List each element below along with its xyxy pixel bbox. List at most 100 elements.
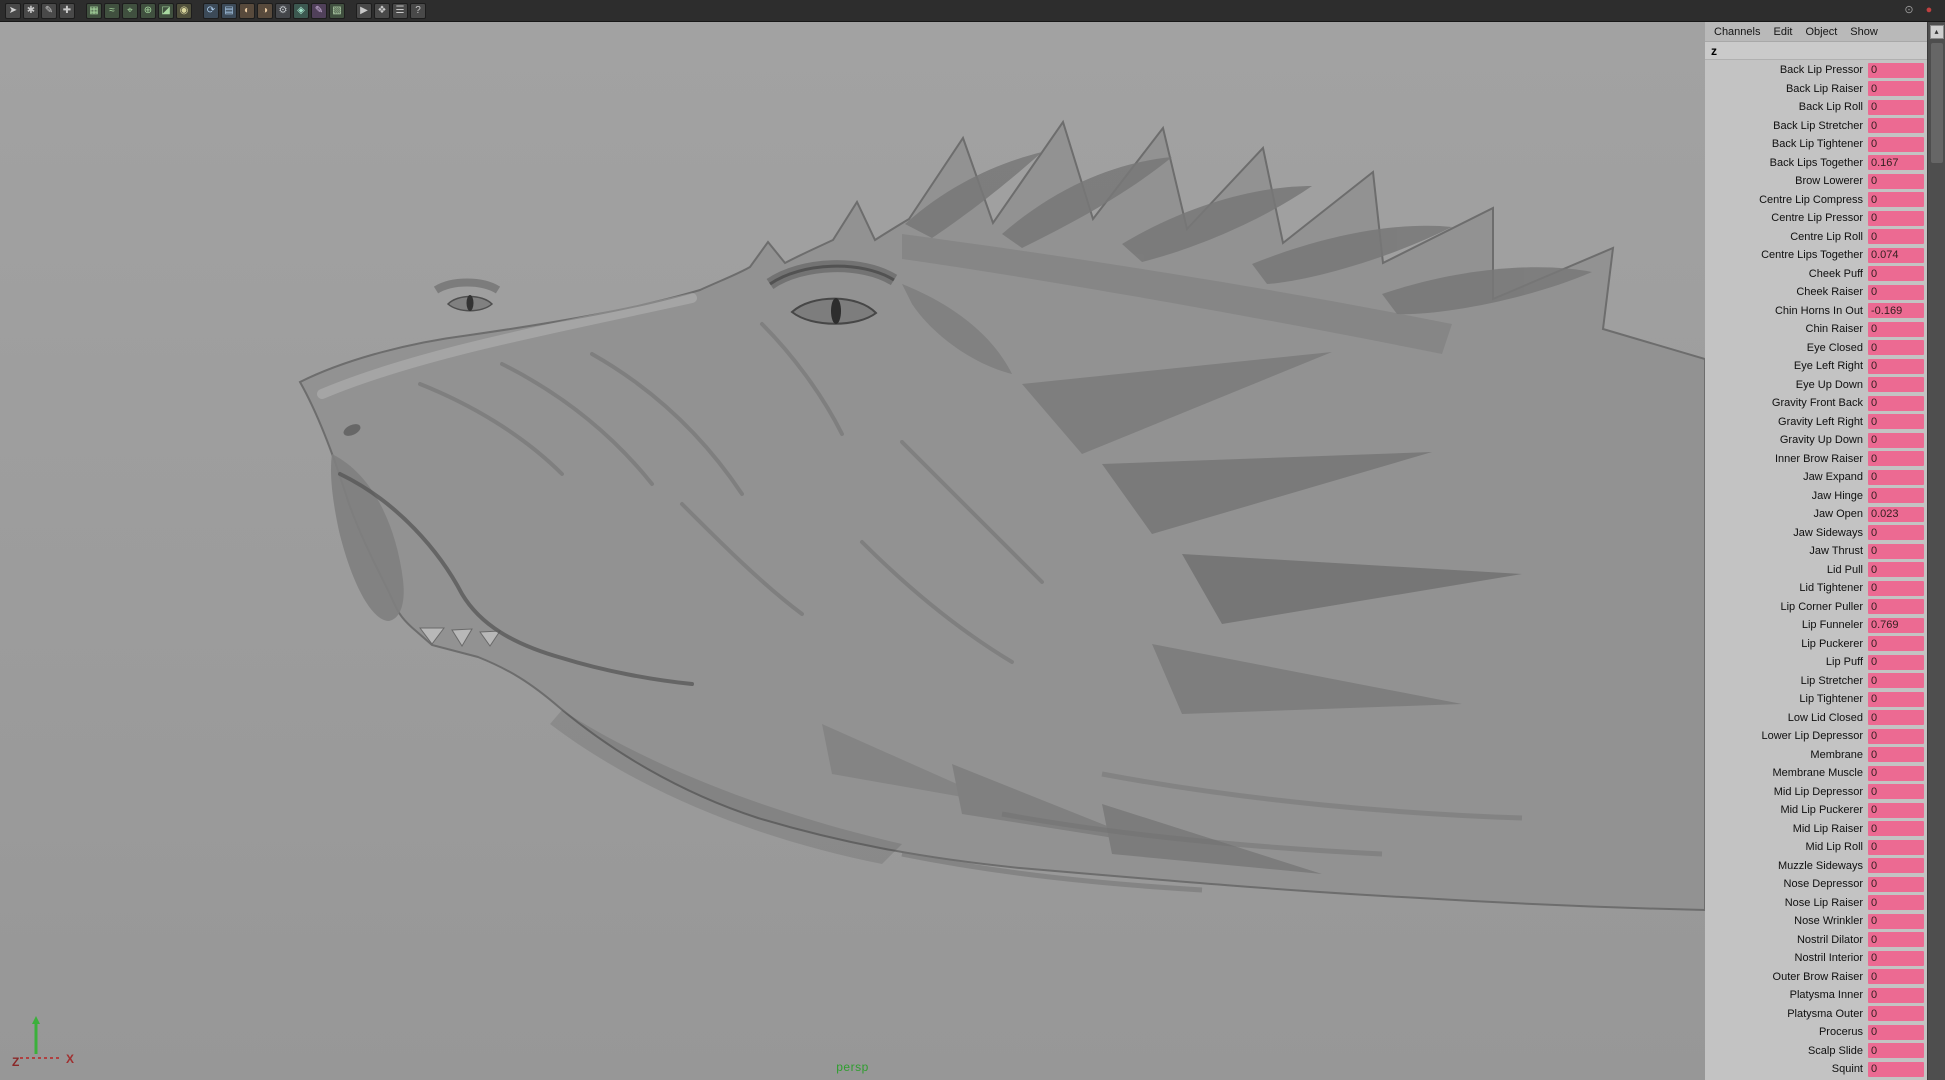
snap-to-view-plane-icon[interactable]: ◪: [158, 2, 174, 19]
channel-label[interactable]: Centre Lip Pressor: [1771, 212, 1868, 224]
script-editor-icon[interactable]: ☰: [392, 2, 408, 19]
channel-value-field[interactable]: 0: [1868, 654, 1924, 670]
channel-value-field[interactable]: 0: [1868, 395, 1924, 411]
channel-label[interactable]: Outer Brow Raiser: [1773, 971, 1868, 983]
channel-value-field[interactable]: 0: [1868, 932, 1924, 948]
channel-label[interactable]: Mid Lip Roll: [1806, 841, 1868, 853]
channel-label[interactable]: Membrane: [1810, 749, 1868, 761]
channel-label[interactable]: Platysma Inner: [1790, 989, 1868, 1001]
channel-value-field[interactable]: 0: [1868, 488, 1924, 504]
channel-value-field[interactable]: 0: [1868, 802, 1924, 818]
channel-label[interactable]: Gravity Front Back: [1772, 397, 1868, 409]
channel-label[interactable]: Chin Raiser: [1806, 323, 1868, 335]
channel-value-field[interactable]: 0: [1868, 562, 1924, 578]
channel-value-field[interactable]: 0: [1868, 710, 1924, 726]
channel-label[interactable]: Lip Stretcher: [1801, 675, 1868, 687]
channel-value-field[interactable]: 0: [1868, 580, 1924, 596]
snap-to-grid-icon[interactable]: ▦: [86, 2, 102, 19]
channel-label[interactable]: Lip Corner Puller: [1780, 601, 1868, 613]
channel-value-field[interactable]: 0: [1868, 432, 1924, 448]
channel-value-field[interactable]: 0: [1868, 747, 1924, 763]
channel-menu-edit[interactable]: Edit: [1773, 26, 1792, 38]
channel-value-field[interactable]: 0: [1868, 321, 1924, 337]
channel-label[interactable]: Membrane Muscle: [1773, 767, 1868, 779]
channel-value-field[interactable]: 0: [1868, 673, 1924, 689]
channel-label[interactable]: Scalp Slide: [1808, 1045, 1868, 1057]
dragon-model[interactable]: [0, 22, 1705, 1080]
channel-value-field[interactable]: 0: [1868, 599, 1924, 615]
channel-label[interactable]: Mid Lip Puckerer: [1780, 804, 1868, 816]
channel-value-field[interactable]: 0: [1868, 839, 1924, 855]
playblast-icon[interactable]: ▶: [356, 2, 372, 19]
uv-editor-icon[interactable]: ▧: [329, 2, 345, 19]
channel-label[interactable]: Centre Lip Roll: [1790, 231, 1868, 243]
channel-value-field[interactable]: 0: [1868, 377, 1924, 393]
paint-select-tool-icon[interactable]: ✎: [41, 2, 57, 19]
channel-value-field[interactable]: 0.769: [1868, 617, 1924, 633]
record-indicator-icon[interactable]: ●: [1921, 3, 1937, 19]
channel-value-field[interactable]: 0: [1868, 136, 1924, 152]
channel-value-field[interactable]: 0: [1868, 821, 1924, 837]
channel-value-field[interactable]: 0: [1868, 81, 1924, 97]
channel-label[interactable]: Back Lip Raiser: [1786, 83, 1868, 95]
channel-label[interactable]: Gravity Up Down: [1780, 434, 1868, 446]
channel-label[interactable]: Centre Lip Compress: [1759, 194, 1868, 206]
channel-label[interactable]: Mid Lip Depressor: [1774, 786, 1868, 798]
channel-label[interactable]: Eye Closed: [1807, 342, 1868, 354]
snap-to-curve-icon[interactable]: ≈: [104, 2, 120, 19]
channel-value-field[interactable]: 0: [1868, 451, 1924, 467]
channel-label[interactable]: Brow Lowerer: [1795, 175, 1868, 187]
channel-label[interactable]: Jaw Thrust: [1809, 545, 1868, 557]
channel-label[interactable]: Muzzle Sideways: [1778, 860, 1868, 872]
open-render-view-icon[interactable]: ▤: [221, 2, 237, 19]
channel-value-field[interactable]: 0: [1868, 284, 1924, 300]
channel-label[interactable]: Inner Brow Raiser: [1775, 453, 1868, 465]
channel-value-field[interactable]: 0.074: [1868, 247, 1924, 263]
channel-value-field[interactable]: 0: [1868, 210, 1924, 226]
channel-menu-object[interactable]: Object: [1805, 26, 1837, 38]
channel-value-field[interactable]: 0.167: [1868, 155, 1924, 171]
channel-value-field[interactable]: -0.169: [1868, 303, 1924, 319]
channel-label[interactable]: Lid Tightener: [1799, 582, 1868, 594]
channel-value-field[interactable]: 0: [1868, 950, 1924, 966]
channel-label[interactable]: Cheek Puff: [1809, 268, 1868, 280]
channel-value-field[interactable]: 0: [1868, 525, 1924, 541]
scroll-up-button[interactable]: ▴: [1929, 25, 1944, 39]
make-object-live-icon[interactable]: ◉: [176, 2, 192, 19]
channel-value-field[interactable]: 0: [1868, 691, 1924, 707]
channel-value-field[interactable]: 0: [1868, 414, 1924, 430]
channel-value-field[interactable]: 0: [1868, 636, 1924, 652]
plugin-manager-icon[interactable]: ❖: [374, 2, 390, 19]
channel-value-field[interactable]: 0: [1868, 340, 1924, 356]
channel-value-field[interactable]: 0: [1868, 784, 1924, 800]
channel-value-field[interactable]: 0: [1868, 987, 1924, 1003]
channel-label[interactable]: Jaw Expand: [1803, 471, 1868, 483]
channel-label[interactable]: Eye Up Down: [1796, 379, 1868, 391]
channel-value-field[interactable]: 0: [1868, 99, 1924, 115]
channel-label[interactable]: Back Lips Together: [1770, 157, 1868, 169]
channel-value-field[interactable]: 0: [1868, 118, 1924, 134]
channel-value-field[interactable]: 0: [1868, 728, 1924, 744]
hypershade-icon[interactable]: ◈: [293, 2, 309, 19]
channel-value-field[interactable]: 0: [1868, 969, 1924, 985]
channel-value-field[interactable]: 0.023: [1868, 506, 1924, 522]
snap-to-point-icon[interactable]: ⌖: [122, 2, 138, 19]
channel-value-field[interactable]: 0: [1868, 229, 1924, 245]
channel-value-field[interactable]: 0: [1868, 913, 1924, 929]
paint-effects-icon[interactable]: ✎: [311, 2, 327, 19]
channel-label[interactable]: Jaw Open: [1813, 508, 1868, 520]
construction-history-icon[interactable]: ⟳: [203, 2, 219, 19]
channel-label[interactable]: Lower Lip Depressor: [1762, 730, 1869, 742]
channel-value-field[interactable]: 0: [1868, 469, 1924, 485]
channel-label[interactable]: Nose Depressor: [1784, 878, 1868, 890]
channel-menu-show[interactable]: Show: [1850, 26, 1878, 38]
channel-value-field[interactable]: 0: [1868, 62, 1924, 78]
channel-value-field[interactable]: 0: [1868, 173, 1924, 189]
channel-value-field[interactable]: 0: [1868, 1024, 1924, 1040]
lasso-tool-icon[interactable]: ✱: [23, 2, 39, 19]
channel-value-field[interactable]: 0: [1868, 1006, 1924, 1022]
channel-label[interactable]: Cheek Raiser: [1796, 286, 1868, 298]
channel-value-field[interactable]: 0: [1868, 358, 1924, 374]
help-icon[interactable]: ?: [410, 2, 426, 19]
channel-label[interactable]: Platysma Outer: [1787, 1008, 1868, 1020]
